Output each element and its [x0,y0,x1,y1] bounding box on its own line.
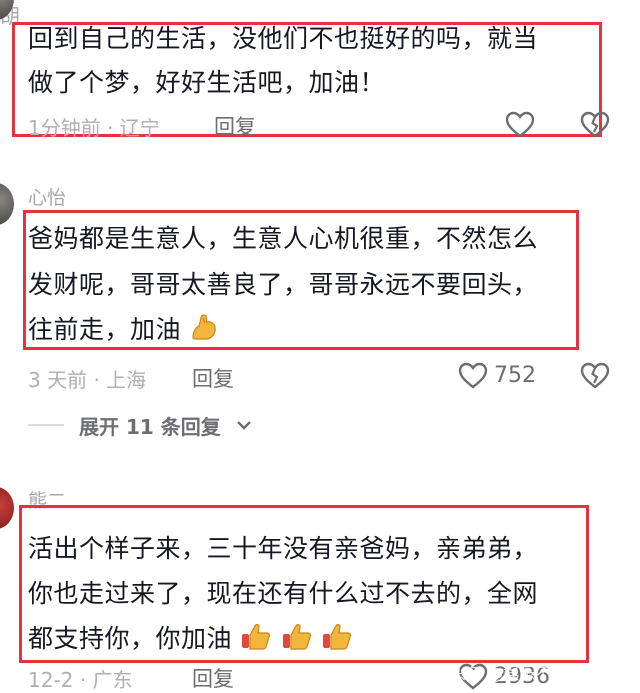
thumbs-up-emoji [282,624,311,650]
comment-text: 都支持你，你加油 [28,624,233,653]
comment-text-line: 爸妈都是生意人，生意人心机很重，不然怎么 [28,224,539,253]
expand-replies-button[interactable]: 展开 11 条回复 [79,411,221,440]
comment-text-line: 你也走过来了，现在还有什么过不去的，全网 [28,579,539,608]
comment-text-line: 都支持你，你加油 [28,616,353,662]
thumbs-up-emoji [242,624,271,650]
avatar[interactable] [0,487,14,529]
reply-button[interactable]: 回复 [192,663,234,693]
reply-button[interactable]: 回复 [214,111,256,141]
flexed-biceps-emoji [192,314,217,340]
username[interactable]: 心怡 [28,183,66,210]
thumbs-up-emoji [323,624,352,650]
comment-text-line: 活出个样子来，三十年没有亲爸妈，亲弟弟， [28,534,539,563]
reply-button[interactable]: 回复 [192,363,234,393]
comment-meta: 1分钟前 · 辽宁 [28,116,160,140]
comment-text: 往前走，加油 [28,315,182,344]
heart-outline-icon[interactable] [505,111,535,139]
comment-text-line: 往前走，加油 [28,307,219,353]
comment-text-line: 回到自己的生活，没他们不也挺好的吗，就当 [28,24,539,53]
comment-meta: 3 天前 · 上海 [28,368,147,392]
comment-text-line: 做了个梦，好好生活吧，加油！ [28,68,386,97]
avatar[interactable] [0,183,14,225]
comment-meta: 12-2 · 广东 [28,668,133,692]
like-count: 752 [494,363,536,388]
watermark: 头条 @娱乐不停八卦 [450,664,600,683]
chevron-down-icon[interactable] [235,419,253,433]
heart-outline-icon[interactable] [458,362,488,390]
comment-text-line: 发财呢，哥哥太善良了，哥哥永远不要回头， [28,270,539,299]
divider [28,424,64,426]
broken-heart-icon[interactable] [580,111,610,139]
broken-heart-icon[interactable] [580,362,610,390]
